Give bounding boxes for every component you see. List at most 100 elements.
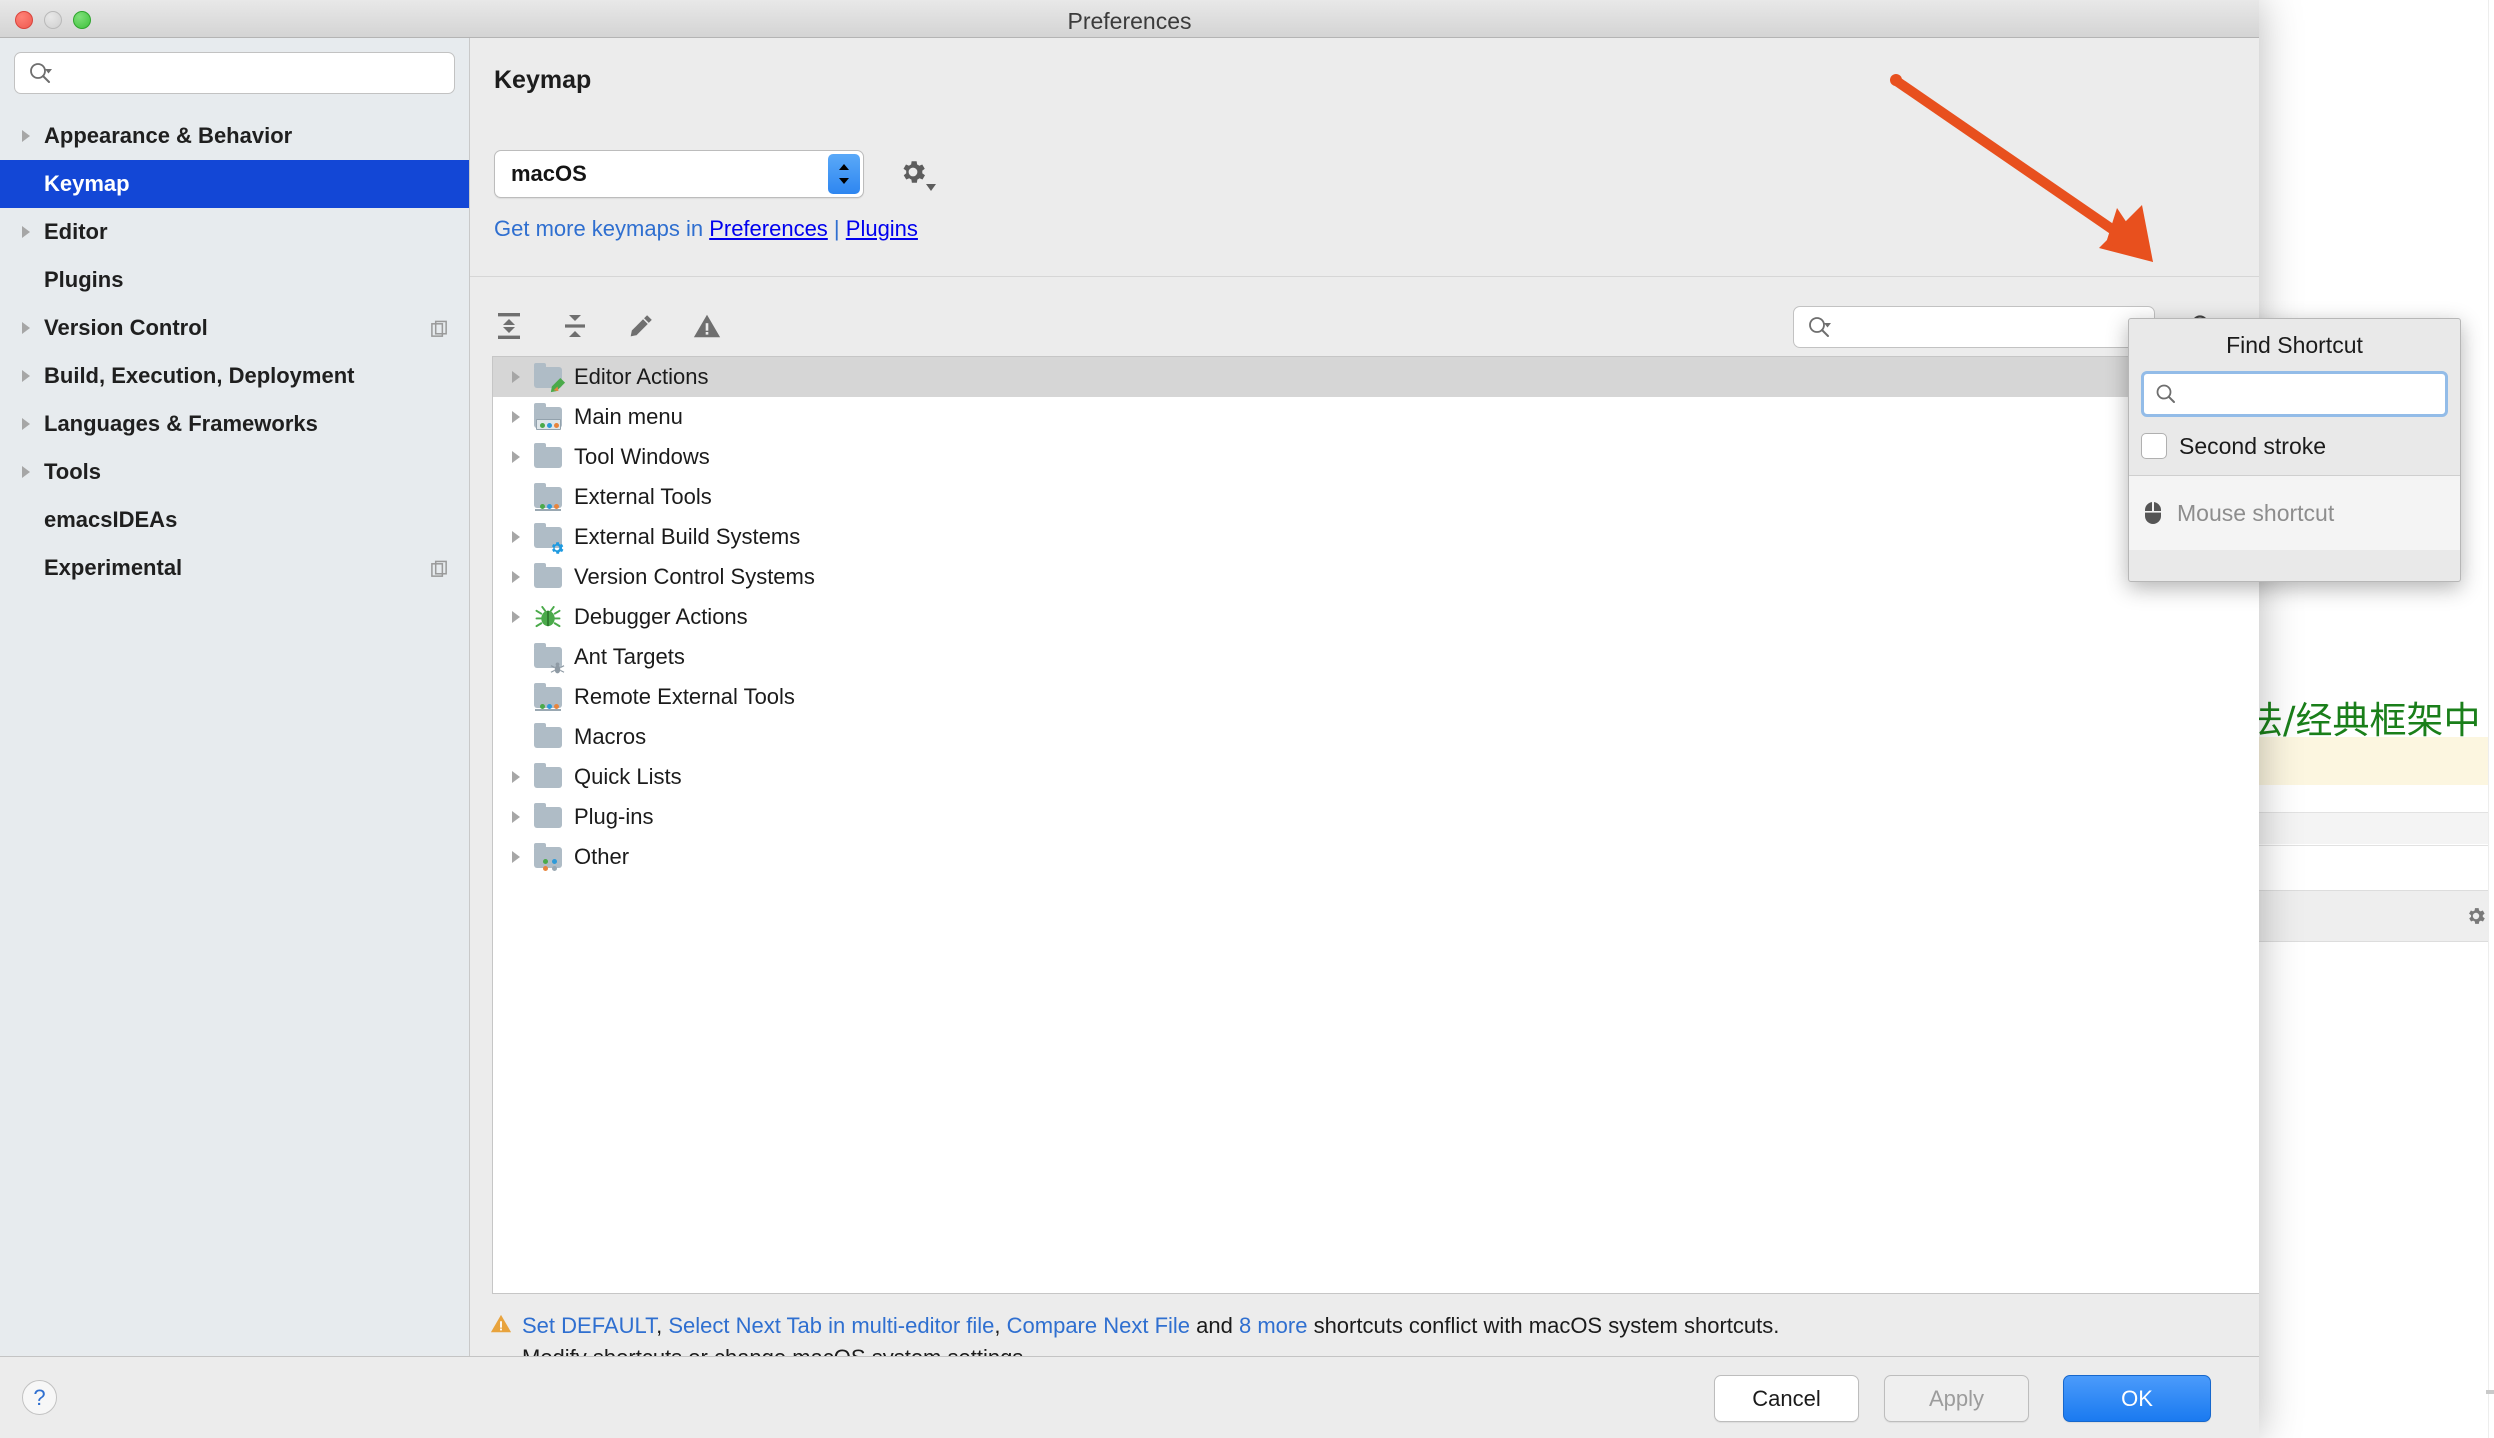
help-button[interactable]: ? xyxy=(22,1380,57,1415)
find-shortcut-search-box[interactable] xyxy=(2141,371,2448,417)
tree-row[interactable]: Other xyxy=(493,837,2259,877)
chevron-right-icon[interactable] xyxy=(14,128,38,144)
tree-row[interactable]: External Build Systems xyxy=(493,517,2259,557)
chevron-right-icon[interactable] xyxy=(14,320,38,336)
more-keymaps-prefix: Get more keymaps in xyxy=(494,216,710,241)
keymap-select[interactable]: macOS xyxy=(494,150,864,198)
find-shortcut-popup: Find Shortcut Second stroke Mouse shortc… xyxy=(2128,318,2461,582)
tree-row-label: Ant Targets xyxy=(574,644,685,669)
chevron-right-icon[interactable] xyxy=(501,529,531,545)
folder-plain-icon xyxy=(531,723,565,751)
preferences-window: Preferences Appearance & Behavior Keymap E… xyxy=(0,0,2259,1438)
sidebar-item-appearance-behavior[interactable]: Appearance & Behavior xyxy=(0,112,469,160)
chevron-right-icon[interactable] xyxy=(501,609,531,625)
cancel-button[interactable]: Cancel xyxy=(1714,1375,1859,1422)
background-row-a xyxy=(2256,812,2494,844)
sidebar-item-languages-frameworks[interactable]: Languages & Frameworks xyxy=(0,400,469,448)
background-right-edge xyxy=(2488,0,2494,1438)
expand-all-icon[interactable] xyxy=(490,307,528,345)
sidebar-search-box[interactable] xyxy=(14,52,455,94)
tree-row-label: External Build Systems xyxy=(574,524,801,549)
sidebar-item-label: Experimental xyxy=(44,555,183,580)
background-highlight-band xyxy=(2256,737,2494,785)
tree-row[interactable]: Main menu xyxy=(493,397,2259,437)
conflict-link-set-default[interactable]: Set DEFAULT xyxy=(522,1313,656,1338)
chevron-right-icon[interactable] xyxy=(501,769,531,785)
more-keymaps-separator: | xyxy=(827,216,846,241)
tree-row[interactable]: Ant Targets xyxy=(493,637,2259,677)
tree-row-label: Plug-ins xyxy=(574,804,654,829)
keymap-select-stepper-icon[interactable] xyxy=(828,154,860,194)
tree-row[interactable]: Debugger Actions xyxy=(493,597,2259,637)
sidebar-item-emacsideas[interactable]: emacsIDEAs xyxy=(0,496,469,544)
conflict-link-8-more[interactable]: 8 more xyxy=(1239,1313,1307,1338)
sidebar-item-tools[interactable]: Tools xyxy=(0,448,469,496)
keymap-toolbar xyxy=(490,296,726,356)
sidebar-item-keymap[interactable]: Keymap xyxy=(0,160,469,208)
tree-row[interactable]: Tool Windows xyxy=(493,437,2259,477)
tree-row-label: Remote External Tools xyxy=(574,684,795,709)
plugins-link[interactable]: Plugins xyxy=(846,216,918,241)
tree-row[interactable]: Macros xyxy=(493,717,2259,757)
chevron-right-icon[interactable] xyxy=(501,569,531,585)
settings-sidebar: Appearance & Behavior Keymap Editor Plugins… xyxy=(0,38,470,1356)
conflict-link-compare-next-file[interactable]: Compare Next File xyxy=(1007,1313,1190,1338)
folder-main-menu-icon xyxy=(531,403,565,431)
sidebar-item-label: Appearance & Behavior xyxy=(44,123,293,148)
conflict-link-select-next-tab[interactable]: Select Next Tab in multi-editor file xyxy=(668,1313,994,1338)
sidebar-tree: Appearance & Behavior Keymap Editor Plugins… xyxy=(0,112,469,592)
chevron-right-icon[interactable] xyxy=(501,409,531,425)
edit-shortcut-icon[interactable] xyxy=(622,307,660,345)
conflict-sep-2: , xyxy=(994,1313,1007,1338)
conflicts-icon[interactable] xyxy=(688,307,726,345)
folder-external-tools-icon xyxy=(531,483,565,511)
tree-row-label: External Tools xyxy=(574,484,712,509)
chevron-right-icon[interactable] xyxy=(14,416,38,432)
sidebar-item-version-control[interactable]: Version Control xyxy=(0,304,469,352)
keymap-panel: Keymap macOS Get more keymaps in Prefere… xyxy=(470,38,2259,1370)
chevron-right-icon[interactable] xyxy=(501,369,531,385)
tree-row[interactable]: Plug-ins xyxy=(493,797,2259,837)
chevron-right-icon[interactable] xyxy=(501,809,531,825)
chevron-right-icon[interactable] xyxy=(14,368,38,384)
second-stroke-label: Second stroke xyxy=(2179,432,2327,459)
keymap-action-tree[interactable]: Editor Actions Main menu Tool Windows Exter… xyxy=(492,356,2259,1294)
shortcut-search-input[interactable] xyxy=(1832,315,2154,339)
chevron-right-icon[interactable] xyxy=(501,449,531,465)
search-icon xyxy=(27,60,53,86)
second-stroke-checkbox[interactable] xyxy=(2141,433,2167,459)
sidebar-item-editor[interactable]: Editor xyxy=(0,208,469,256)
tree-row[interactable]: Quick Lists xyxy=(493,757,2259,797)
second-stroke-row[interactable]: Second stroke xyxy=(2129,417,2460,475)
ok-button[interactable]: OK xyxy=(2063,1375,2211,1422)
folder-build-systems-icon xyxy=(531,523,565,554)
sidebar-item-build-execution-deployment[interactable]: Build, Execution, Deployment xyxy=(0,352,469,400)
apply-button[interactable]: Apply xyxy=(1884,1375,2029,1422)
tree-row[interactable]: External Tools xyxy=(493,477,2259,517)
sidebar-search-input[interactable] xyxy=(53,61,454,85)
window-titlebar: Preferences xyxy=(0,0,2259,38)
tree-row[interactable]: Remote External Tools xyxy=(493,677,2259,717)
chevron-right-icon[interactable] xyxy=(501,849,531,865)
find-shortcut-search-input[interactable] xyxy=(2178,382,2445,406)
tree-row-label: Macros xyxy=(574,724,647,749)
preferences-link[interactable]: Preferences xyxy=(709,216,828,241)
mouse-shortcut-row[interactable]: Mouse shortcut xyxy=(2129,476,2460,550)
tree-row-label: Editor Actions xyxy=(574,364,709,389)
collapse-all-icon[interactable] xyxy=(556,307,594,345)
keymap-selector-row: macOS xyxy=(494,150,936,198)
sidebar-item-label: Tools xyxy=(44,459,102,484)
sidebar-item-plugins[interactable]: Plugins xyxy=(0,256,469,304)
tree-row[interactable]: Version Control Systems xyxy=(493,557,2259,597)
page-title: Keymap xyxy=(494,66,592,94)
folder-plain-icon xyxy=(531,763,565,791)
sidebar-item-experimental[interactable]: Experimental xyxy=(0,544,469,592)
tree-row[interactable]: Editor Actions xyxy=(493,357,2259,397)
chevron-right-icon[interactable] xyxy=(14,224,38,240)
conflict-tail: shortcuts conflict with macOS system sho… xyxy=(1307,1313,1780,1338)
shortcut-search-box[interactable] xyxy=(1793,306,2155,348)
sidebar-item-label: Languages & Frameworks xyxy=(44,411,318,436)
gear-icon[interactable] xyxy=(898,157,936,191)
chevron-right-icon[interactable] xyxy=(14,464,38,480)
dialog-footer: ? Cancel Apply OK xyxy=(0,1356,2259,1438)
